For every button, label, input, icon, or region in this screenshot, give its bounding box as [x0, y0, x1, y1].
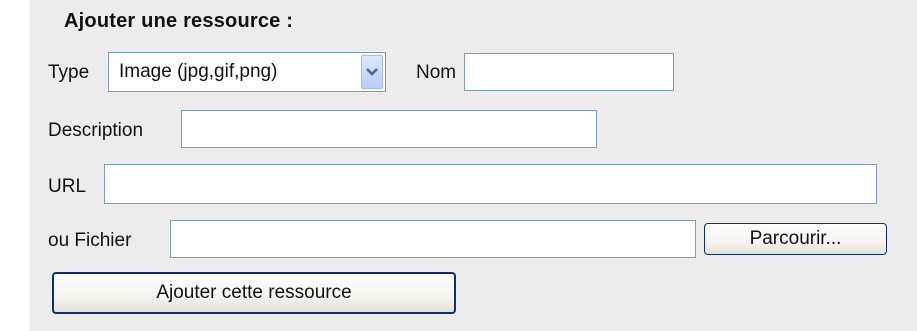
description-label: Description — [48, 120, 144, 141]
form-heading: Ajouter une ressource : — [64, 10, 294, 32]
add-resource-button[interactable]: Ajouter cette ressource — [52, 272, 456, 314]
dropdown-button[interactable] — [361, 55, 383, 89]
type-label: Type — [48, 62, 90, 83]
url-input[interactable] — [104, 164, 877, 204]
name-input[interactable] — [464, 53, 674, 91]
description-input[interactable] — [181, 110, 597, 148]
url-label: URL — [48, 176, 87, 197]
file-input[interactable] — [170, 220, 696, 258]
browse-button[interactable]: Parcourir... — [704, 223, 887, 255]
type-select[interactable]: Image (jpg,gif,png) — [108, 52, 386, 92]
type-select-value: Image (jpg,gif,png) — [119, 61, 278, 82]
file-label: ou Fichier — [48, 230, 132, 251]
name-label: Nom — [416, 62, 457, 83]
chevron-down-icon — [366, 68, 378, 76]
